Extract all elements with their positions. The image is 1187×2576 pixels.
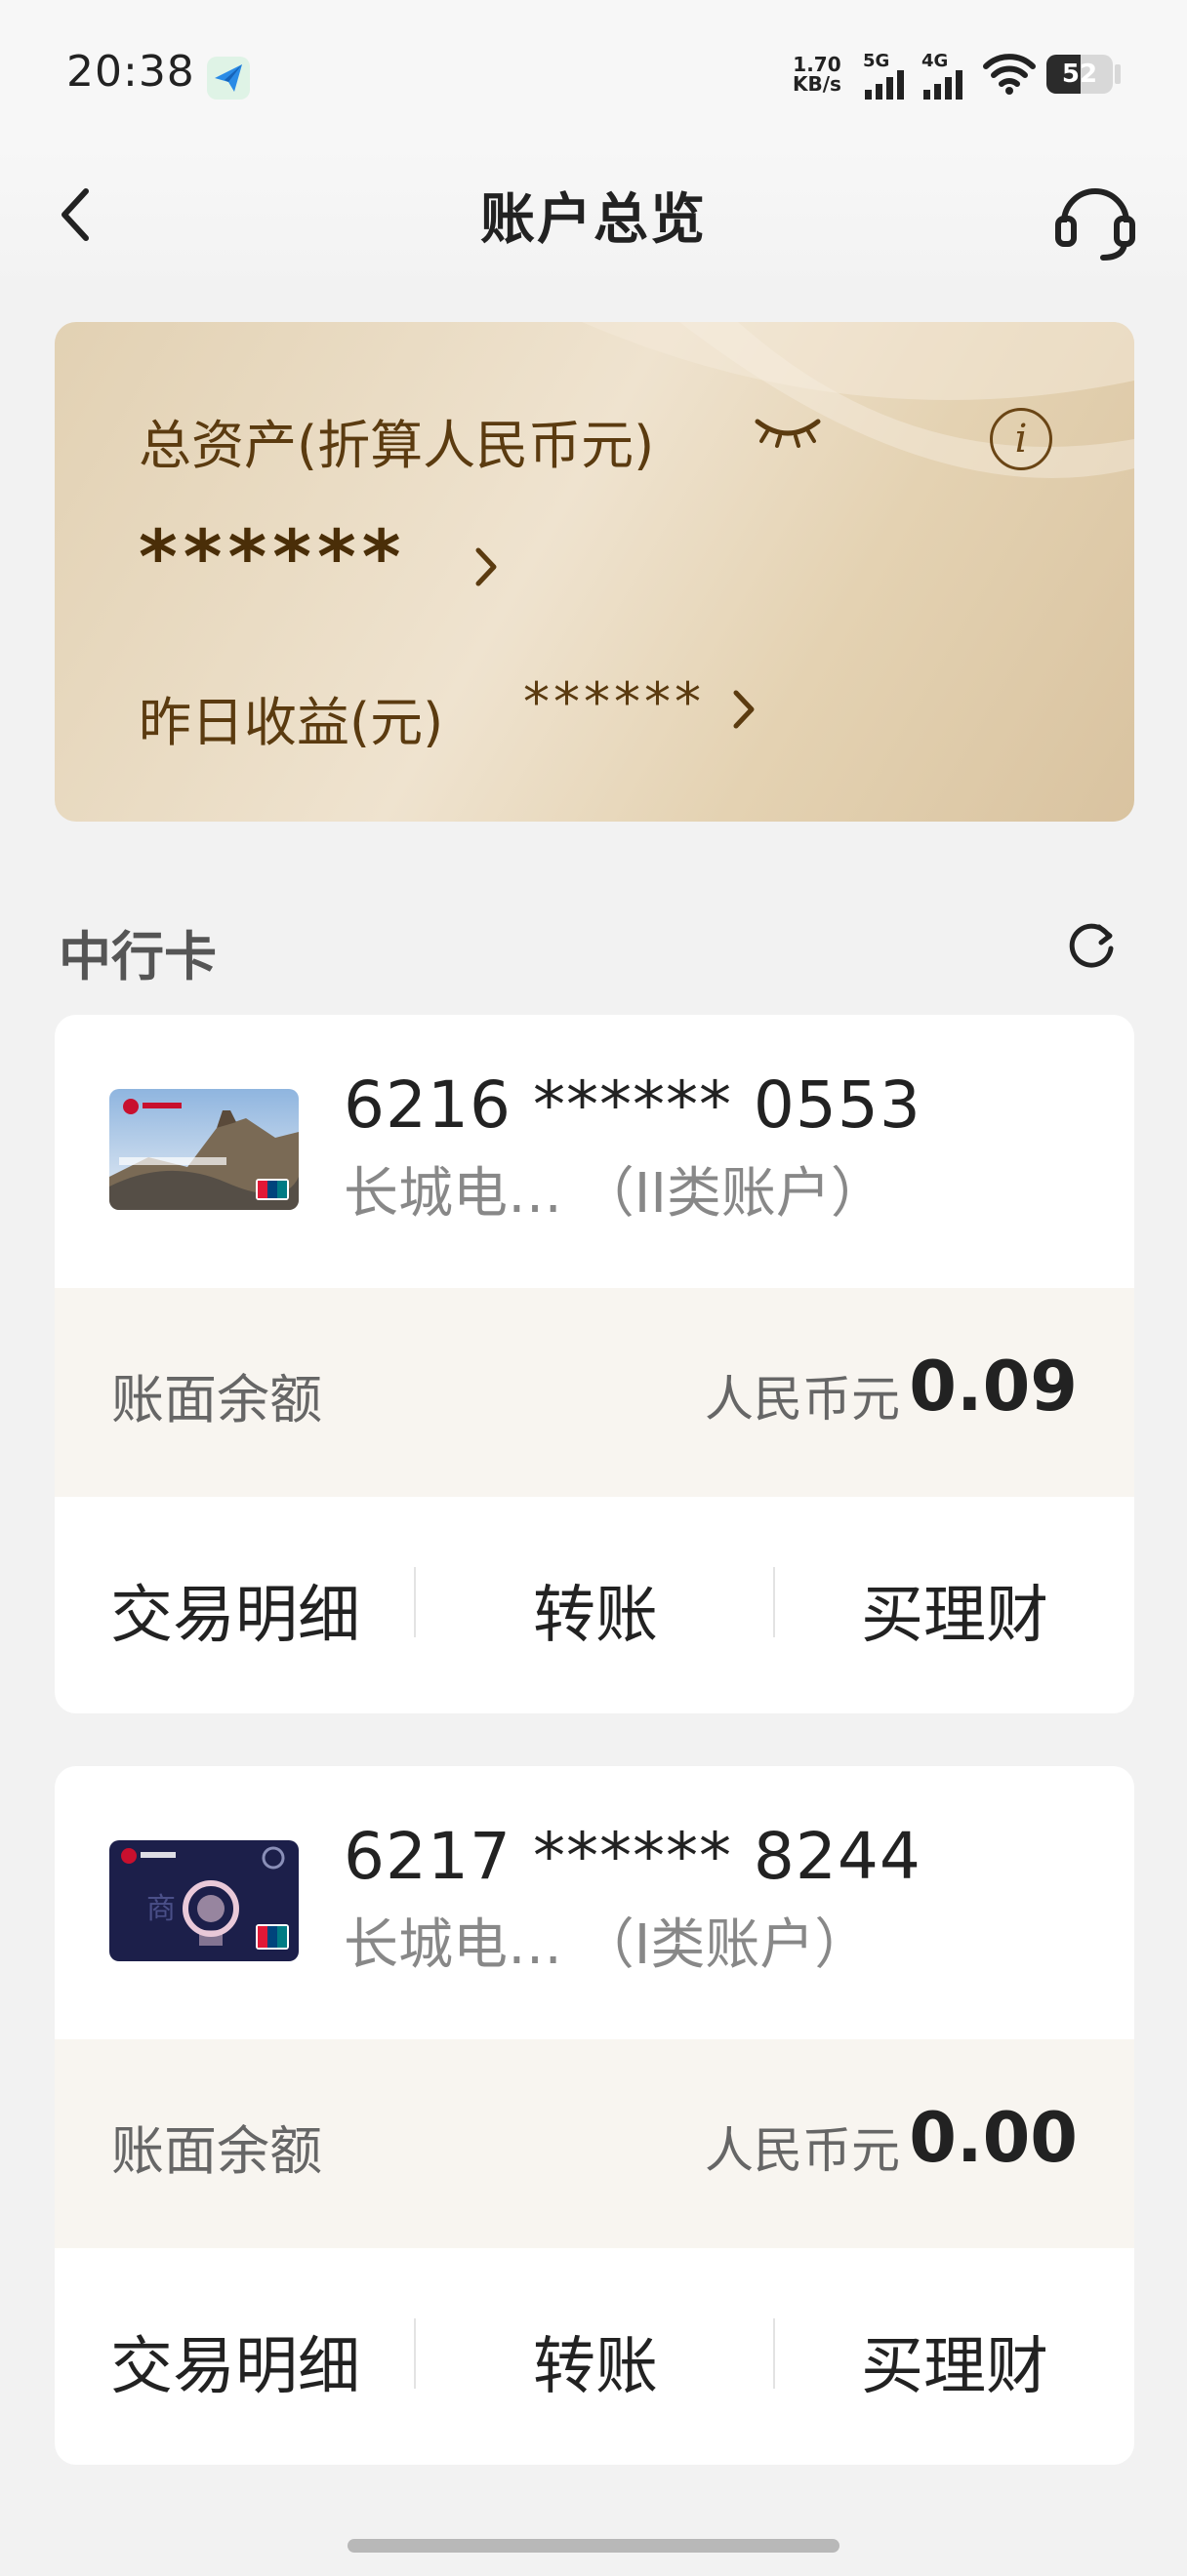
chevron-right-icon[interactable] <box>471 544 500 593</box>
network-speed: 1.70 KB/s <box>793 55 841 94</box>
signal-5g-label: 5G <box>863 51 890 71</box>
battery-indicator: 52 <box>1046 55 1113 94</box>
wifi-icon <box>982 51 1037 100</box>
currency-label: 人民币元 <box>705 1371 900 1428</box>
network-speed-unit: KB/s <box>793 72 841 96</box>
card-number: 6216 ****** 0553 <box>344 1067 921 1143</box>
home-indicator[interactable] <box>348 2539 839 2553</box>
eye-closed-icon[interactable] <box>754 412 822 455</box>
svg-text:商: 商 <box>146 1892 176 1926</box>
card-description: 长城电… （I类账户） <box>344 1913 870 1977</box>
balance-row: 账面余额 人民币元 0.09 <box>55 1288 1134 1497</box>
account-card[interactable]: 商 6217 ****** 8244 长城电… （I类账户） 账面余额 人民币元… <box>55 1766 1134 2465</box>
account-card[interactable]: 6216 ****** 0553 长城电… （II类账户） 账面余额 人民币元 … <box>55 1015 1134 1713</box>
network-speed-value: 1.70 <box>793 53 841 76</box>
currency-label: 人民币元 <box>705 2122 900 2179</box>
paper-plane-icon <box>207 57 250 100</box>
balance-row: 账面余额 人民币元 0.00 <box>55 2039 1134 2248</box>
balance-amount: 0.09 <box>909 1347 1078 1427</box>
card-number: 6217 ****** 8244 <box>344 1819 921 1894</box>
transactions-button[interactable]: 交易明细 <box>55 2316 416 2406</box>
balance-label: 账面余额 <box>111 2120 322 2182</box>
signal-4g-icon: 4G <box>921 51 968 100</box>
buy-wealth-button[interactable]: 买理财 <box>775 1565 1134 1655</box>
info-icon[interactable]: i <box>990 408 1052 470</box>
action-row: 交易明细 转账 买理财 <box>55 2248 1134 2465</box>
balance-label: 账面余额 <box>111 1369 322 1430</box>
bank-card-image <box>109 1089 299 1210</box>
buy-wealth-button[interactable]: 买理财 <box>775 2316 1134 2406</box>
signal-5g-icon: 5G <box>863 51 910 100</box>
refresh-icon[interactable] <box>1064 917 1119 972</box>
action-row: 交易明细 转账 买理财 <box>55 1497 1134 1713</box>
total-assets-title: 总资产(折算人民币元) <box>139 415 655 476</box>
status-time: 20:38 <box>66 47 195 97</box>
headset-icon[interactable] <box>1050 174 1140 263</box>
yesterday-income-value[interactable]: ****** <box>523 671 705 733</box>
total-assets-value[interactable]: ****** <box>139 513 406 600</box>
card-description: 长城电… （II类账户） <box>344 1162 885 1226</box>
transfer-button[interactable]: 转账 <box>416 1565 775 1655</box>
battery-level-text: 52 <box>1061 60 1098 89</box>
transfer-button[interactable]: 转账 <box>416 2316 775 2406</box>
transactions-button[interactable]: 交易明细 <box>55 1565 416 1655</box>
page-title: 账户总览 <box>480 188 707 252</box>
bank-card-image: 商 <box>109 1840 299 1961</box>
battery-tip <box>1115 64 1121 84</box>
section-title: 中行卡 <box>59 926 217 987</box>
chevron-right-icon[interactable] <box>728 687 757 736</box>
balance-amount: 0.00 <box>909 2098 1078 2178</box>
signal-4g-label: 4G <box>921 51 949 71</box>
yesterday-income-label: 昨日收益(元) <box>139 692 444 753</box>
